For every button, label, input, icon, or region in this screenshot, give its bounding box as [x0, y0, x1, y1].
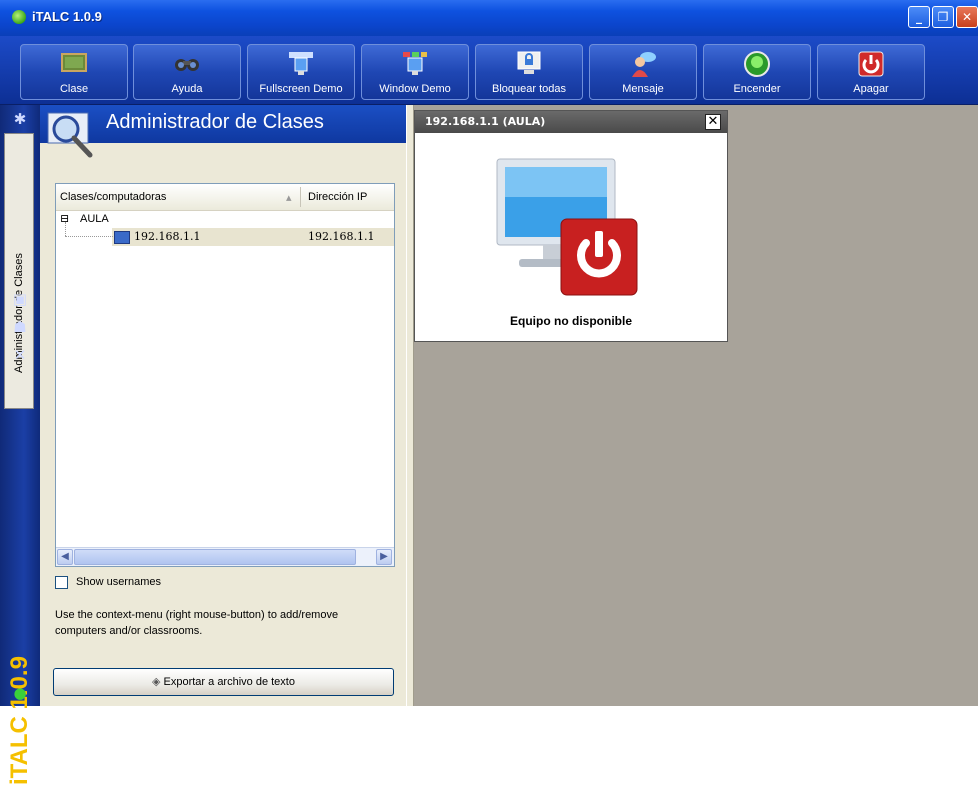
class-tree[interactable]: Clases/computadoras ▴ Dirección IP ⊟ AUL… [55, 183, 395, 567]
main-toolbar: Clase Ayuda Fullscreen Demo Window Demo … [0, 36, 978, 105]
tree-item-aula[interactable]: AULA [80, 213, 109, 225]
context-menu-hint: Use the context-menu (right mouse-button… [55, 609, 339, 637]
power-off-button[interactable]: Apagar [817, 44, 925, 100]
show-usernames-label[interactable]: Show usernames [76, 576, 161, 588]
message-button-label: Mensaje [622, 83, 664, 95]
window-demo-icon [403, 52, 427, 75]
lock-all-button[interactable]: Bloquear todas [475, 44, 583, 100]
export-icon: ◈ [152, 676, 164, 688]
power-off-icon [858, 51, 884, 77]
tree-header: Clases/computadoras ▴ Dirección IP [56, 184, 394, 211]
brand-logo-icon: ● [13, 684, 27, 702]
show-usernames-checkbox[interactable] [55, 576, 68, 589]
scroll-right-button[interactable]: ▶ [376, 549, 392, 565]
side-tab-strip: ✱ Administrador de Clases ▣ ☗ ✕ iTALC 1.… [0, 105, 40, 785]
power-on-icon [744, 51, 770, 77]
help-button-label: Ayuda [171, 83, 203, 95]
tools-icon[interactable]: ✕ [12, 347, 28, 363]
column-separator [300, 187, 301, 207]
tree-line [65, 236, 115, 238]
scroll-left-button[interactable]: ◀ [57, 549, 73, 565]
close-button[interactable]: ✕ [956, 6, 978, 28]
fullscreen-demo-button-label: Fullscreen Demo [259, 83, 343, 95]
maximize-button[interactable]: ❐ [932, 6, 954, 28]
class-manager-title: Administrador de Clases [106, 111, 324, 133]
window-demo-button-label: Window Demo [379, 83, 451, 95]
client-status-text: Equipo no disponible [510, 314, 632, 328]
window-title: iTALC 1.0.9 [32, 9, 102, 24]
class-button[interactable]: Clase [20, 44, 128, 100]
power-on-button[interactable]: Encender [703, 44, 811, 100]
column-header-classes[interactable]: Clases/computadoras [60, 191, 166, 203]
export-text-label: Exportar a archivo de texto [163, 676, 295, 688]
lock-all-icon [517, 51, 541, 74]
message-button[interactable]: Mensaje [589, 44, 697, 100]
horizontal-scrollbar[interactable]: ◀ ▶ [56, 547, 394, 566]
power-on-button-label: Encender [733, 83, 781, 95]
column-header-ip[interactable]: Dirección IP [308, 191, 367, 203]
tree-item-computer[interactable]: 192.168.1.1 [134, 230, 200, 243]
help-button[interactable]: Ayuda [133, 44, 241, 100]
class-button-label: Clase [59, 83, 89, 95]
tree-item-ip: 192.168.1.1 [308, 230, 375, 243]
tree-line [65, 222, 67, 236]
power-off-button-label: Apagar [853, 83, 889, 95]
client-window-title: 192.168.1.1 (AULA) [425, 115, 546, 128]
minimize-button[interactable]: _ [908, 6, 930, 28]
computer-icon [114, 231, 130, 244]
settings-icon[interactable]: ✱ [12, 111, 28, 127]
computers-icon[interactable]: ▣ [12, 291, 28, 307]
client-window-close-button[interactable]: ✕ [705, 114, 721, 130]
scroll-thumb[interactable] [74, 549, 356, 565]
help-icon [175, 59, 199, 71]
sort-arrow-icon: ▴ [286, 192, 292, 204]
computer-offline-icon [496, 158, 638, 296]
brand-logo-text: iTALC 1.0.9 [6, 656, 33, 785]
users-icon[interactable]: ☗ [12, 319, 28, 335]
title-bar: iTALC 1.0.9 _ ❐ ✕ [0, 0, 978, 36]
fullscreen-demo-button[interactable]: Fullscreen Demo [247, 44, 355, 100]
magnifier-icon [47, 112, 93, 158]
lock-all-button-label: Bloquear todas [492, 83, 566, 95]
message-icon [632, 52, 656, 77]
class-manager-panel: Administrador de Clases Clases/computado… [40, 105, 406, 706]
fullscreen-demo-icon [289, 52, 313, 75]
panel-splitter[interactable] [406, 105, 414, 706]
client-window-titlebar[interactable]: 192.168.1.1 (AULA) ✕ [415, 111, 727, 133]
classroom-icon [61, 53, 87, 72]
client-window[interactable]: 192.168.1.1 (AULA) ✕ Equipo no disponibl… [414, 110, 728, 342]
app-icon [12, 10, 26, 24]
export-text-button[interactable]: ◈ Exportar a archivo de texto [53, 668, 394, 696]
window-demo-button[interactable]: Window Demo [361, 44, 469, 100]
